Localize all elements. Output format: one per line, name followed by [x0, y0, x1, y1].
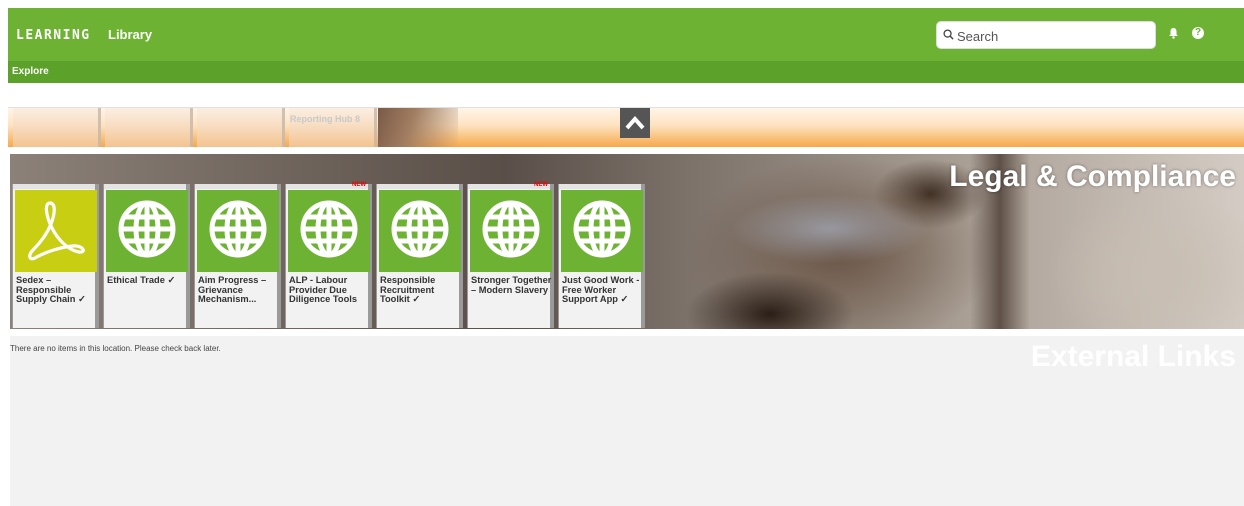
section-title-legal: Legal & Compliance [949, 160, 1236, 193]
tile-thumbnail [197, 190, 279, 272]
new-badge: NEW [534, 182, 548, 188]
tile-thumbnail [106, 190, 188, 272]
tile-thumbnail [561, 190, 643, 272]
tile-strip [559, 184, 641, 189]
tile-thumbnail [470, 190, 552, 272]
top-navigation-bar: LEARNING Library ? [8, 8, 1244, 61]
tile-ethical-trade[interactable]: Ethical Trade ✓ [103, 184, 190, 328]
empty-state-message: There are no items in this location. Ple… [10, 344, 221, 353]
tile-strip [13, 184, 95, 189]
tile-label: Just Good Work - Free Worker Support App… [562, 275, 640, 304]
search-input[interactable] [957, 26, 1147, 46]
app-logo[interactable]: LEARNING [16, 28, 91, 43]
tile-strip [104, 184, 186, 189]
tile-just-good-work[interactable]: Just Good Work - Free Worker Support App… [558, 184, 645, 328]
bell-icon[interactable] [1168, 27, 1179, 39]
section-title-external: External Links [1030, 340, 1236, 373]
ghost-tile [105, 108, 193, 147]
tile-strip [377, 184, 459, 189]
tile-label: Ethical Trade ✓ [107, 275, 176, 285]
tile-aim-progress[interactable]: Aim Progress – Grievance Mechanism... [194, 184, 281, 328]
banner-highlight [730, 194, 930, 264]
ghost-tile-label: Reporting Hub 8 [290, 114, 360, 124]
external-links-section: There are no items in this location. Ple… [10, 336, 1244, 506]
globe-icon [391, 200, 449, 258]
tile-strip [195, 184, 277, 189]
nav-library-link[interactable]: Library [108, 27, 152, 42]
tile-thumbnail [15, 190, 97, 272]
globe-icon [482, 200, 540, 258]
tile-alp-labour[interactable]: NEW ALP - Labour Provider Due Diligence … [285, 182, 372, 328]
nav-explore-link[interactable]: Explore [12, 66, 49, 77]
search-box[interactable] [936, 21, 1156, 49]
ghost-tile [197, 108, 285, 147]
globe-icon [573, 200, 631, 258]
tile-thumbnail [379, 190, 461, 272]
tile-label: Responsible Recruitment Toolkit ✓ [380, 275, 436, 304]
band-decoration [378, 108, 458, 147]
tile-label: ALP - Labour Provider Due Diligence Tool… [289, 275, 358, 304]
new-badge: NEW [352, 182, 366, 188]
chevron-up-icon [625, 115, 645, 130]
tile-responsible-recruitment[interactable]: Responsible Recruitment Toolkit ✓ [376, 184, 463, 328]
tile-stronger-together[interactable]: NEW Stronger Together – Modern Slavery [467, 182, 554, 328]
collapse-section-button[interactable] [620, 108, 650, 138]
sub-navigation-bar: Explore [8, 61, 1244, 83]
globe-icon [209, 200, 267, 258]
ghost-tile [13, 108, 101, 147]
tile-label: Stronger Together – Modern Slavery [471, 275, 552, 295]
pdf-icon [28, 201, 85, 261]
search-icon [943, 29, 954, 40]
tile-sedex[interactable]: Sedex – Responsible Supply Chain ✓ [12, 184, 99, 328]
help-icon[interactable]: ? [1192, 27, 1204, 39]
globe-icon [300, 200, 358, 258]
tile-label: Aim Progress – Grievance Mechanism... [198, 275, 267, 304]
tile-label: Sedex – Responsible Supply Chain ✓ [16, 275, 86, 304]
globe-icon [118, 200, 176, 258]
tile-thumbnail [288, 190, 370, 272]
